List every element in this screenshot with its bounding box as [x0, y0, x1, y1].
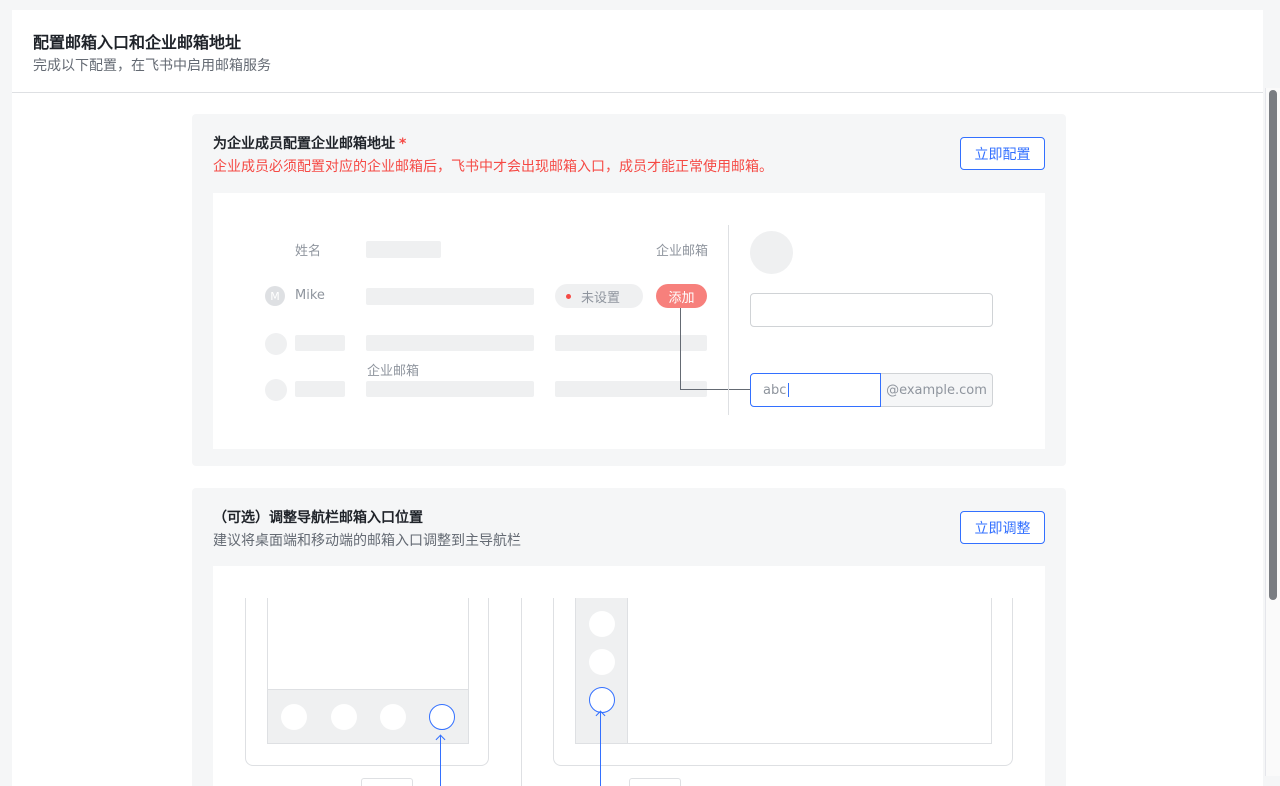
illus-placeholder-name	[295, 381, 345, 397]
nav-entry-illustration	[213, 566, 1045, 786]
mobile-stand	[361, 778, 413, 786]
adjust-now-button[interactable]: 立即调整	[960, 511, 1045, 544]
illus-placeholder-row2	[366, 335, 534, 351]
mobile-screen	[267, 598, 469, 744]
desktop-stand	[629, 778, 681, 786]
illus-member-name: Mike	[295, 288, 325, 303]
desktop-arrow-line	[600, 712, 601, 786]
member-email-warning: 企业成员必须配置对应的企业邮箱后，飞书中才会出现邮箱入口，成员才能正常使用邮箱。	[213, 159, 773, 175]
nav-entry-card: （可选）调整导航栏邮箱入口位置 建议将桌面端和移动端的邮箱入口调整到主导航栏 立…	[192, 488, 1066, 786]
settings-window: 配置邮箱入口和企业邮箱地址 完成以下配置，在飞书中启用邮箱服务 为企业成员配置企…	[12, 10, 1263, 786]
nav-placeholder-icon	[589, 611, 615, 637]
illus-floating-label: 企业邮箱	[367, 364, 420, 379]
illus-status-text: 未设置	[581, 290, 621, 306]
mobile-device-icon	[245, 598, 489, 766]
mobile-tab-bar	[268, 689, 468, 743]
desktop-sidebar	[576, 598, 628, 743]
required-mark: *	[399, 136, 407, 152]
illus-email-input-value: abc	[763, 382, 787, 398]
illus-avatar: M	[265, 286, 285, 306]
desktop-device-icon	[553, 598, 1013, 766]
illus-avatar-placeholder	[265, 379, 287, 401]
nav-placeholder-icon	[589, 649, 615, 675]
member-email-card: 为企业成员配置企业邮箱地址 * 企业成员必须配置对应的企业邮箱后，飞书中才会出现邮…	[192, 114, 1066, 466]
illus-placeholder-name	[295, 335, 345, 351]
illus-domain-suffix: @example.com	[881, 373, 993, 407]
illus-col-name: 姓名	[295, 244, 322, 259]
page-header: 配置邮箱入口和企业邮箱地址 完成以下配置，在飞书中启用邮箱服务	[12, 10, 1263, 93]
illus-profile-avatar	[750, 231, 793, 274]
tab-placeholder-icon	[281, 704, 307, 730]
page-subtitle: 完成以下配置，在飞书中启用邮箱服务	[33, 58, 271, 74]
status-dot-icon	[566, 294, 571, 299]
text-caret-icon	[788, 383, 790, 397]
illus-placeholder-row3	[366, 381, 534, 397]
illus-empty-input	[750, 293, 993, 327]
page-title: 配置邮箱入口和企业邮箱地址	[33, 33, 242, 52]
scrollbar-thumb[interactable]	[1269, 90, 1277, 600]
illus-divider	[728, 225, 729, 415]
illus-avatar-placeholder	[265, 333, 287, 355]
illus-add-button: 添加	[656, 284, 707, 308]
content-scroll-area: 为企业成员配置企业邮箱地址 * 企业成员必须配置对应的企业邮箱后，飞书中才会出现邮…	[12, 94, 1263, 786]
mail-tab-highlight-icon	[429, 704, 455, 730]
mail-nav-highlight-icon	[589, 687, 615, 713]
illus-status-pill: 未设置	[555, 284, 643, 308]
nav-entry-card-title: （可选）调整导航栏邮箱入口位置	[213, 510, 423, 526]
vertical-scrollbar[interactable]	[1265, 88, 1280, 776]
illus-email-input: abc	[750, 373, 881, 407]
tab-placeholder-icon	[380, 704, 406, 730]
member-email-card-title-text: 为企业成员配置企业邮箱地址	[213, 136, 395, 152]
illus-connector-line	[680, 308, 750, 390]
illus-placeholder-header	[366, 241, 441, 258]
member-email-card-title: 为企业成员配置企业邮箱地址 *	[213, 133, 406, 153]
desktop-screen	[575, 598, 992, 744]
illus-col-email: 企业邮箱	[656, 244, 709, 259]
nav-entry-card-desc: 建议将桌面端和移动端的邮箱入口调整到主导航栏	[213, 533, 521, 549]
illus-placeholder-row1	[366, 288, 534, 305]
illus-split-divider	[521, 598, 522, 786]
member-email-illustration: 姓名 企业邮箱 M Mike 未设置 添加 企业邮箱 abc @example.…	[213, 193, 1045, 449]
tab-placeholder-icon	[331, 704, 357, 730]
configure-now-button[interactable]: 立即配置	[960, 137, 1045, 170]
